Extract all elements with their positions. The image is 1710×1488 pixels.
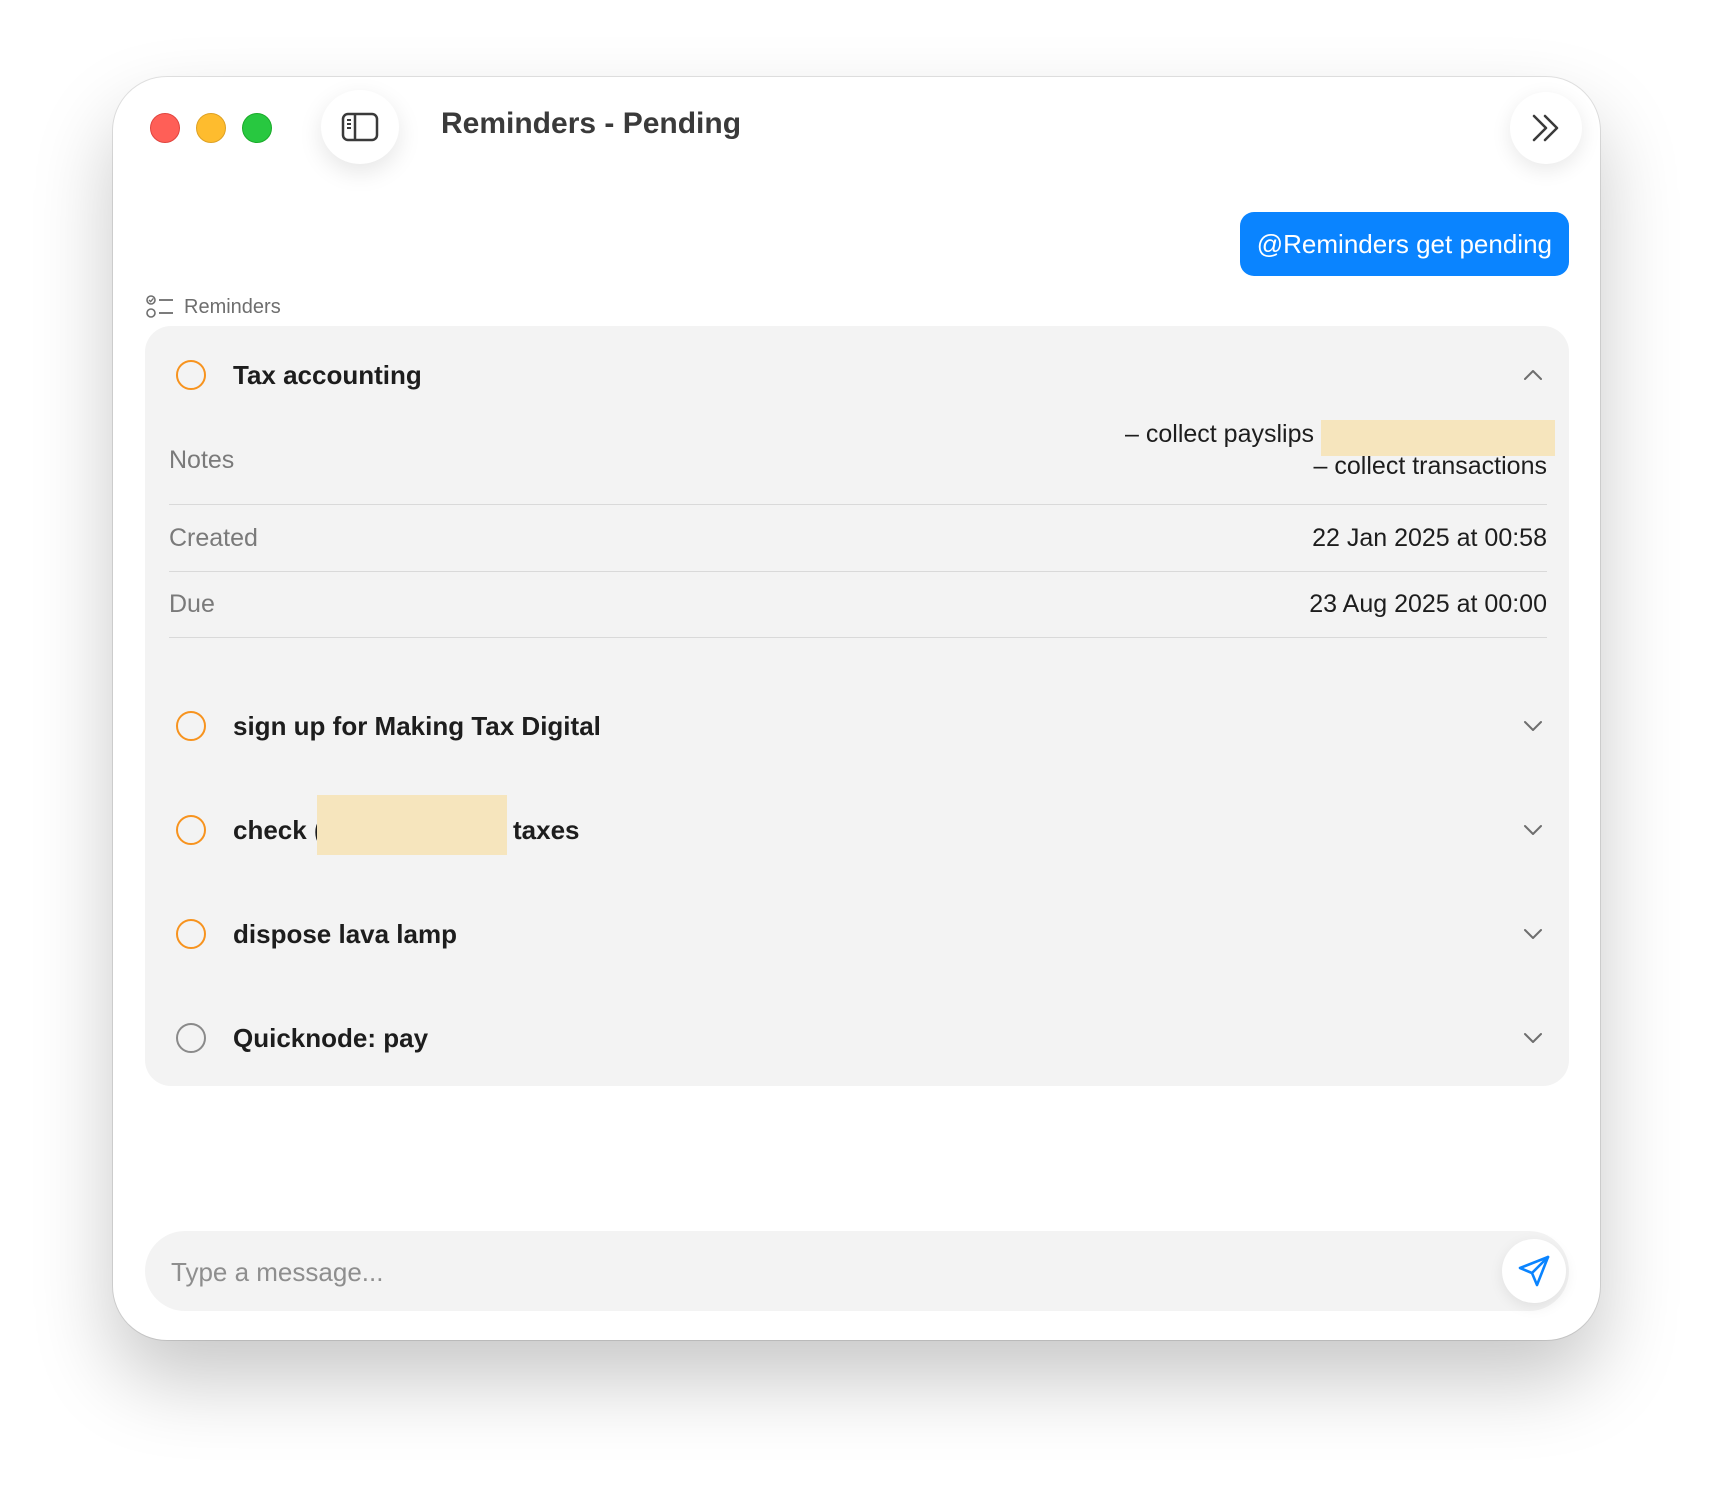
chevron-down-icon[interactable] (1521, 1026, 1545, 1050)
reminder-title-suffix: taxes (513, 814, 580, 845)
created-label: Created (169, 524, 258, 552)
reminder-complete-circle[interactable] (176, 1023, 206, 1053)
double-chevron-right-icon (1532, 114, 1559, 142)
expand-button[interactable] (1510, 92, 1582, 164)
reminder-complete-circle[interactable] (176, 360, 206, 390)
reminder-title: Tax accounting (233, 359, 422, 390)
message-composer (145, 1231, 1569, 1313)
reminder-item-expanded[interactable]: Tax accounting (145, 345, 1569, 405)
reminders-card: Tax accounting Notes – collect payslips … (145, 326, 1569, 1086)
due-value: 23 Aug 2025 at 00:00 (1309, 590, 1547, 618)
notes-line-2: – collect transactions (1313, 452, 1547, 480)
checklist-icon (146, 295, 173, 318)
toggle-sidebar-button[interactable] (321, 90, 399, 164)
notes-row: Notes – collect payslips – collect trans… (169, 416, 1555, 505)
maximize-window-button[interactable] (242, 113, 272, 143)
reminder-item[interactable]: check ( taxes (145, 795, 1569, 860)
chevron-down-icon[interactable] (1521, 922, 1545, 946)
minimize-window-button[interactable] (196, 113, 226, 143)
notes-label: Notes (169, 446, 235, 474)
reminder-title: sign up for Making Tax Digital (233, 710, 601, 741)
notes-line-1: – collect payslips (1125, 420, 1314, 448)
due-label: Due (169, 590, 215, 618)
reminder-item[interactable]: Quicknode: pay (145, 1008, 1569, 1068)
window-title: Reminders - Pending (441, 107, 742, 140)
reminder-title: Quicknode: pay (233, 1022, 429, 1053)
reminder-item[interactable]: dispose lava lamp (145, 904, 1569, 964)
sidebar-icon (341, 112, 379, 142)
reminder-complete-circle[interactable] (176, 919, 206, 949)
redacted-block (317, 795, 507, 855)
send-button[interactable] (1502, 1239, 1566, 1303)
app-window: Reminders - Pending @Reminders get pendi… (113, 77, 1600, 1340)
reminder-title: dispose lava lamp (233, 918, 457, 949)
section-label: Reminders (184, 295, 281, 318)
user-message-bubble: @Reminders get pending (1239, 212, 1569, 276)
send-icon (1518, 1255, 1550, 1287)
redacted-block (1321, 420, 1555, 456)
chevron-down-icon[interactable] (1521, 818, 1545, 842)
reminder-complete-circle[interactable] (176, 711, 206, 741)
reminder-title-prefix: check ( (233, 814, 323, 845)
reminder-item[interactable]: sign up for Making Tax Digital (145, 696, 1569, 756)
reminder-complete-circle[interactable] (176, 815, 206, 845)
message-input[interactable] (169, 1231, 1453, 1313)
reminders-section-header: Reminders (146, 294, 281, 320)
due-row: Due 23 Aug 2025 at 00:00 (169, 572, 1547, 638)
created-value: 22 Jan 2025 at 00:58 (1312, 524, 1547, 552)
created-row: Created 22 Jan 2025 at 00:58 (169, 506, 1547, 572)
close-window-button[interactable] (150, 113, 180, 143)
chevron-up-icon[interactable] (1521, 363, 1545, 387)
chevron-down-icon[interactable] (1521, 714, 1545, 738)
